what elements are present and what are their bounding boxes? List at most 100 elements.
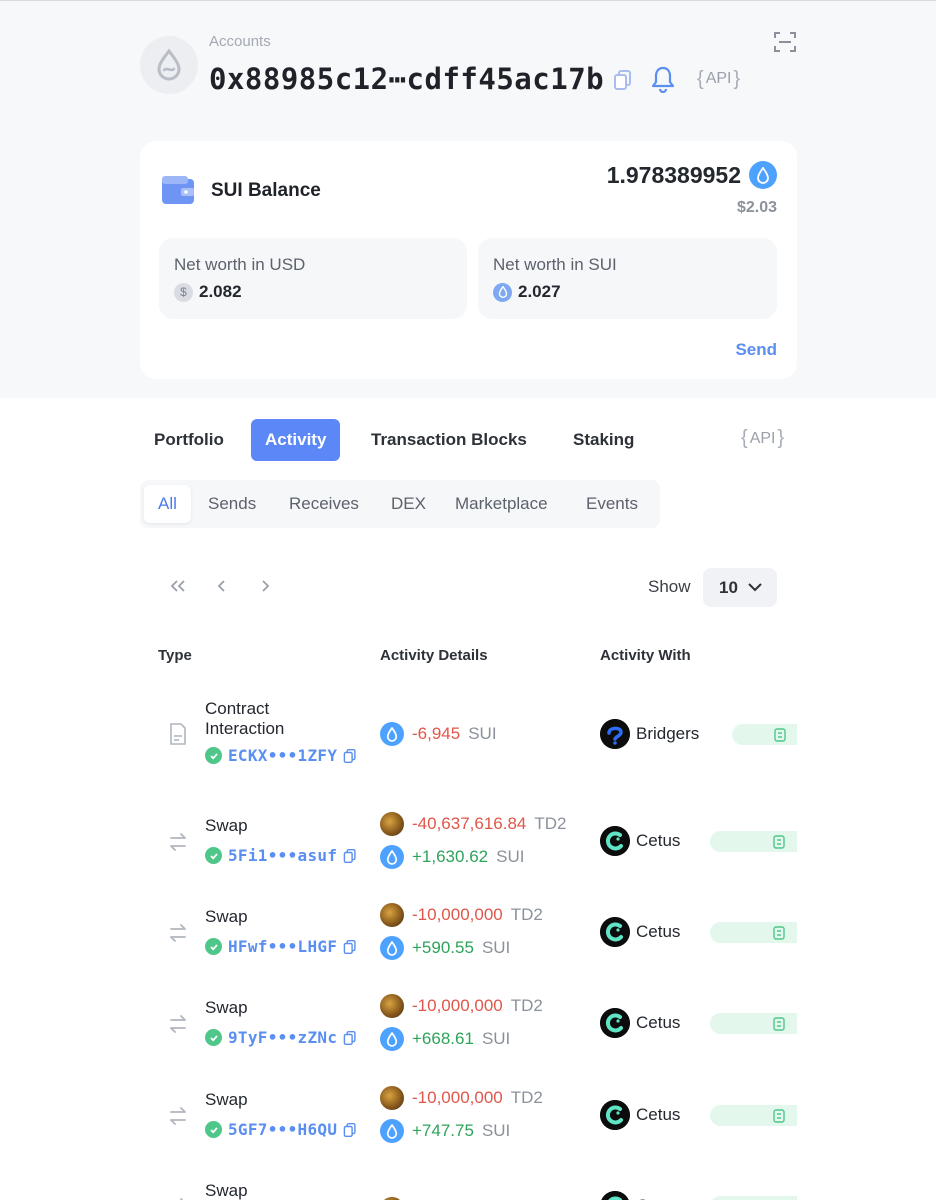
api-button[interactable]: { API }: [697, 66, 740, 92]
tab-portfolio[interactable]: Portfolio: [140, 419, 238, 461]
activity-type: Swap: [205, 998, 248, 1017]
next-page-icon[interactable]: [253, 574, 277, 598]
receipt-icon: [772, 834, 785, 849]
table-row[interactable]: Swap 5GF7•••H6QU -10,000,000 TD2 +747.75…: [0, 1070, 936, 1160]
cetus-logo-icon: [600, 826, 630, 856]
details-pill[interactable]: [710, 922, 797, 943]
bell-icon[interactable]: [649, 64, 677, 94]
activity-with-name[interactable]: Cetus: [636, 1105, 680, 1125]
account-address: 0x88985c12⋯cdff45ac17b: [209, 62, 605, 96]
sui-coin-icon: [493, 282, 512, 302]
success-check-icon: [205, 1121, 222, 1138]
amount-value: -40,637,616.84: [412, 814, 527, 833]
filter-sends[interactable]: Sends: [194, 485, 270, 523]
copy-icon[interactable]: [343, 1122, 357, 1138]
activity-with-name[interactable]: Cetus: [636, 1013, 680, 1033]
filter-receives[interactable]: Receives: [275, 485, 373, 523]
transaction-digest-link[interactable]: 5Fi1•••asuf: [228, 846, 337, 865]
td2-token-icon: [380, 994, 404, 1018]
page-size-value: 10: [719, 577, 738, 597]
swap-icon: [166, 830, 190, 854]
transaction-digest-link[interactable]: 5GF7•••H6QU: [228, 1120, 337, 1139]
tab-transaction-blocks[interactable]: Transaction Blocks: [357, 419, 541, 461]
swap-icon: [166, 1195, 190, 1200]
brace-close-icon: }: [777, 427, 785, 449]
cetus-logo-icon: [600, 1008, 630, 1038]
amount-value: +747.75: [412, 1121, 474, 1140]
activity-with-name[interactable]: Bridgers: [636, 724, 699, 744]
amount-unit: SUI: [496, 847, 525, 866]
tabs-api-button[interactable]: { API }: [741, 427, 784, 450]
chevron-down-icon: [748, 583, 762, 592]
column-header-activity-details: Activity Details: [380, 647, 488, 664]
tab-staking[interactable]: Staking: [559, 419, 648, 461]
account-avatar: [140, 36, 198, 94]
api-label: API: [705, 70, 732, 87]
table-row[interactable]: Contract Interaction ECKX•••1ZFY -6,945 …: [0, 686, 936, 776]
amount-value: -10,000,000: [412, 905, 503, 924]
amount-unit: SUI: [481, 1029, 511, 1048]
transaction-digest-link[interactable]: 9TyF•••zZNc: [228, 1028, 337, 1047]
copy-icon[interactable]: [343, 1030, 357, 1046]
amount-value: +590.55: [412, 938, 474, 957]
activity-with-name[interactable]: Cetus: [636, 922, 680, 942]
sui-balance-amount: 1.978389952: [606, 162, 741, 188]
amount-unit: SUI: [468, 724, 497, 743]
activity-type: Swap: [205, 816, 248, 835]
table-row[interactable]: Swap 5Fi1•••asuf -40,637,616.84 TD2 +1,6…: [0, 796, 936, 886]
amount-unit: SUI: [481, 938, 511, 957]
filter-marketplace[interactable]: Marketplace: [441, 485, 562, 523]
page-size-select[interactable]: 10: [703, 568, 777, 607]
activity-with-name[interactable]: Cetus: [636, 1196, 680, 1200]
activity-filter-bar: All Sends Receives DEX Marketplace Event…: [140, 480, 660, 528]
details-pill[interactable]: [710, 1196, 797, 1200]
table-row[interactable]: Swap 9TyF•••zZNc -10,000,000 TD2 +668.61…: [0, 978, 936, 1068]
column-header-activity-with: Activity With: [600, 647, 691, 664]
net-worth-sui-label: Net worth in SUI: [493, 255, 617, 274]
details-pill[interactable]: [710, 831, 797, 852]
sui-token-icon: [380, 722, 404, 746]
cetus-logo-icon: [600, 1100, 630, 1130]
activity-with-name[interactable]: Cetus: [636, 831, 680, 851]
send-button[interactable]: Send: [735, 340, 777, 360]
amount-value: -10,000,000: [412, 1088, 503, 1107]
table-row[interactable]: Swap HFwf•••LHGF -10,000,000 TD2 +590.55…: [0, 887, 936, 977]
table-row[interactable]: Swap -10,000,000 TD2 Cetus: [0, 1161, 936, 1200]
transaction-digest-link[interactable]: ECKX•••1ZFY: [228, 746, 337, 765]
swap-icon: [166, 921, 190, 945]
scan-icon[interactable]: [773, 30, 797, 54]
details-pill[interactable]: [710, 1105, 797, 1126]
brace-open-icon: {: [697, 67, 704, 90]
page-size-label: Show: [648, 577, 691, 596]
details-pill[interactable]: [710, 1013, 797, 1034]
filter-dex[interactable]: DEX: [377, 485, 440, 523]
transaction-digest-link[interactable]: HFwf•••LHGF: [228, 937, 337, 956]
details-pill[interactable]: [732, 724, 797, 745]
filter-events[interactable]: Events: [572, 485, 652, 523]
column-header-type: Type: [158, 647, 192, 664]
tab-activity[interactable]: Activity: [251, 419, 341, 461]
activity-type: Swap: [205, 1090, 248, 1109]
copy-icon[interactable]: [343, 848, 357, 864]
prev-page-icon[interactable]: [210, 574, 234, 598]
td2-token-icon: [380, 1086, 404, 1110]
sui-token-icon: [380, 936, 404, 960]
activity-type: Contract Interaction: [205, 699, 285, 738]
account-label: Accounts: [209, 33, 271, 50]
copy-icon[interactable]: [343, 939, 357, 955]
brace-open-icon: {: [741, 427, 748, 449]
receipt-icon: [772, 1108, 785, 1123]
amount-unit: SUI: [481, 1121, 511, 1140]
copy-icon[interactable]: [612, 68, 634, 92]
amount-value: -10,000,000: [412, 996, 503, 1015]
sui-drop-icon: [157, 49, 181, 81]
copy-icon[interactable]: [343, 748, 357, 764]
amount-value: +668.61: [412, 1029, 474, 1048]
first-page-icon[interactable]: [166, 574, 190, 598]
td2-token-icon: [380, 812, 404, 836]
sui-token-icon: [380, 1027, 404, 1051]
filter-all[interactable]: All: [144, 485, 191, 523]
cetus-logo-icon: [600, 1191, 630, 1200]
receipt-icon: [773, 727, 786, 742]
sui-balance-usd: $2.03: [736, 199, 777, 216]
